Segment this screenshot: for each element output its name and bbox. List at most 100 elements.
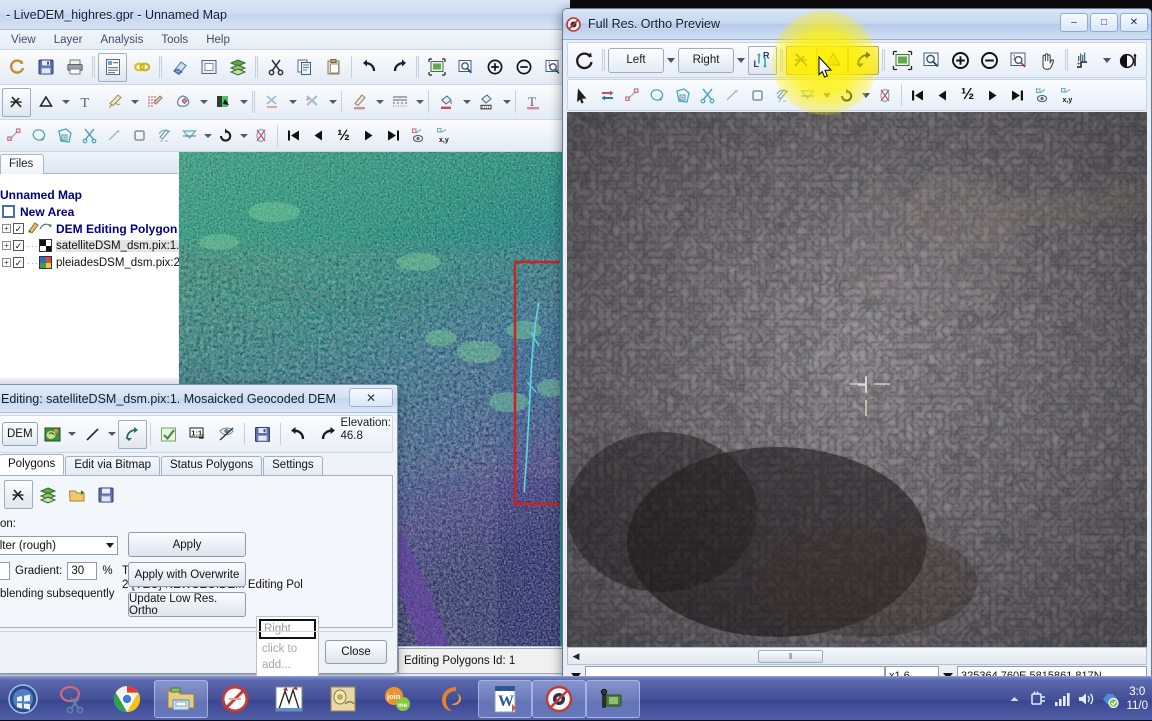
tree-checkbox[interactable]: ✓ [13,223,24,234]
chevron-down-icon[interactable] [1143,48,1146,73]
chevron-down-icon[interactable] [287,89,298,116]
layers-icon[interactable] [33,480,62,509]
no-edit-icon[interactable] [212,420,241,449]
zoom-out-icon[interactable] [975,46,1004,75]
menu-item-2[interactable]: Analysis [92,32,153,48]
nav-first-icon[interactable] [905,82,930,109]
network-plug-icon[interactable] [1026,677,1050,721]
tree-expander[interactable]: + [2,258,11,267]
tab-status-polygons[interactable]: Status Polygons [161,456,263,475]
undo-icon[interactable] [355,53,384,82]
update-low-res-ortho-button[interactable]: Update Low Res. Ortho [128,592,246,617]
zoom-in-icon[interactable] [480,53,509,82]
tree-item-new-area[interactable]: New Area [0,203,178,220]
show-hide-icon[interactable] [406,122,431,149]
menu-item-1[interactable]: Layer [45,32,92,48]
threshold-field[interactable]: 0 [0,562,10,580]
marker-style-b-icon[interactable] [298,88,327,117]
close-icon[interactable]: ✕ [349,388,393,407]
pan-hand-icon[interactable] [1033,46,1062,75]
tab-settings[interactable]: Settings [263,456,323,475]
select-vector-icon[interactable] [4,480,33,509]
chevron-down-icon[interactable] [501,89,512,116]
chevron-down-icon[interactable] [107,421,118,448]
coords-xy-icon[interactable]: x,y [431,122,456,149]
left-view-select[interactable]: Left [608,47,664,73]
chevron-down-icon[interactable] [374,89,385,116]
save-icon[interactable] [91,480,120,509]
polygon-shape-icon[interactable] [31,88,60,117]
save-icon[interactable] [248,420,277,449]
maximize-button[interactable]: □ [1090,13,1118,32]
open-folder-icon[interactable] [62,480,91,509]
marker-style-a-icon[interactable] [258,88,287,117]
nav-last-icon[interactable] [381,122,406,149]
apply-button[interactable]: Apply [128,532,246,557]
scrollbar-thumb[interactable]: ‖ [758,650,823,663]
taskbar-kdenlive[interactable] [424,679,478,719]
nav-last-icon[interactable] [1005,82,1030,109]
chevron-down-icon[interactable] [1100,48,1114,73]
coords-xy-icon[interactable]: x,y [1055,82,1080,109]
measure-line-icon[interactable] [720,82,745,109]
refresh-icon[interactable] [570,46,599,75]
close-button[interactable]: Close [325,640,387,664]
dem-mode-chip[interactable]: DEM [2,422,38,446]
tree-item-satellite-dsm[interactable]: + ✓ ···· satelliteDSM_dsm.pix:1. M [0,237,193,254]
nav-fraction-label[interactable]: ½ [955,82,980,109]
tree-expander[interactable]: + [2,241,11,250]
print-icon[interactable] [60,53,89,82]
color-picker-icon[interactable] [209,88,238,117]
reshape-polygon-icon[interactable] [645,82,670,109]
line-draw-icon[interactable] [78,420,107,449]
tree-checkbox[interactable]: ✓ [13,257,24,268]
nav-next-icon[interactable] [356,122,381,149]
chevron-down-icon[interactable] [60,89,71,116]
pen-color-icon[interactable] [345,88,374,117]
nav-prev-icon[interactable] [930,82,955,109]
swap-arrows-icon[interactable] [595,82,620,109]
tree-item-dem-editing-polygon[interactable]: + ✓ DEM Editing Polygon [0,220,178,237]
text-tool-icon[interactable]: T [71,88,100,117]
chevron-down-icon[interactable] [129,89,140,116]
cut-polygon-icon[interactable] [695,82,720,109]
taskbar-snip-tool[interactable] [46,679,100,719]
right-view-select[interactable]: Right [678,47,734,73]
chevron-down-icon[interactable] [414,89,425,116]
link-icon[interactable] [127,53,156,82]
menu-item-0[interactable]: View [2,32,45,48]
tree-expander[interactable]: + [2,224,11,233]
chevron-down-icon[interactable] [198,89,209,116]
taskbar-clock[interactable]: 3:0 11/0 [1122,685,1148,713]
grid-tool-icon[interactable] [140,88,169,117]
undo-icon[interactable] [284,420,313,449]
taskbar-chrome[interactable] [100,679,154,719]
taskbar-geomatica[interactable] [532,679,586,718]
taskbar-blocked-app[interactable] [208,679,262,719]
shape-fill-icon[interactable] [169,88,198,117]
contrast-icon[interactable] [1114,46,1143,75]
scroll-left-arrow-icon[interactable]: ◀ [568,651,584,662]
new-window-icon[interactable] [194,53,223,82]
chevron-down-icon[interactable] [238,122,249,149]
histogram-icon[interactable]: + [1071,46,1100,75]
draw-pencil-icon[interactable] [152,122,177,149]
tab-edit-via-bitmap[interactable]: Edit via Bitmap [65,456,161,475]
eraser-icon[interactable] [165,53,194,82]
rotate-icon[interactable] [213,122,238,149]
filter-select[interactable]: filter (rough) [0,536,118,555]
select-cursor-icon[interactable] [570,82,595,109]
minimize-button[interactable]: – [1060,13,1088,32]
chevron-down-icon[interactable] [820,83,834,108]
chevron-down-icon[interactable] [238,89,249,116]
signal-bars-icon[interactable] [1050,677,1074,721]
polygon-arrow-icon[interactable] [117,419,147,449]
action-center-icon[interactable] [1098,677,1122,721]
rotate-icon[interactable] [834,82,859,109]
swap-left-right-icon[interactable]: LR [748,45,777,75]
fit-window-icon[interactable] [422,53,451,82]
rectangle-icon[interactable] [745,82,770,109]
measure-tool-icon[interactable] [786,45,817,75]
nav-first-icon[interactable] [281,122,306,149]
ortho-horizontal-scrollbar[interactable]: ◀ ‖ [567,647,1147,665]
